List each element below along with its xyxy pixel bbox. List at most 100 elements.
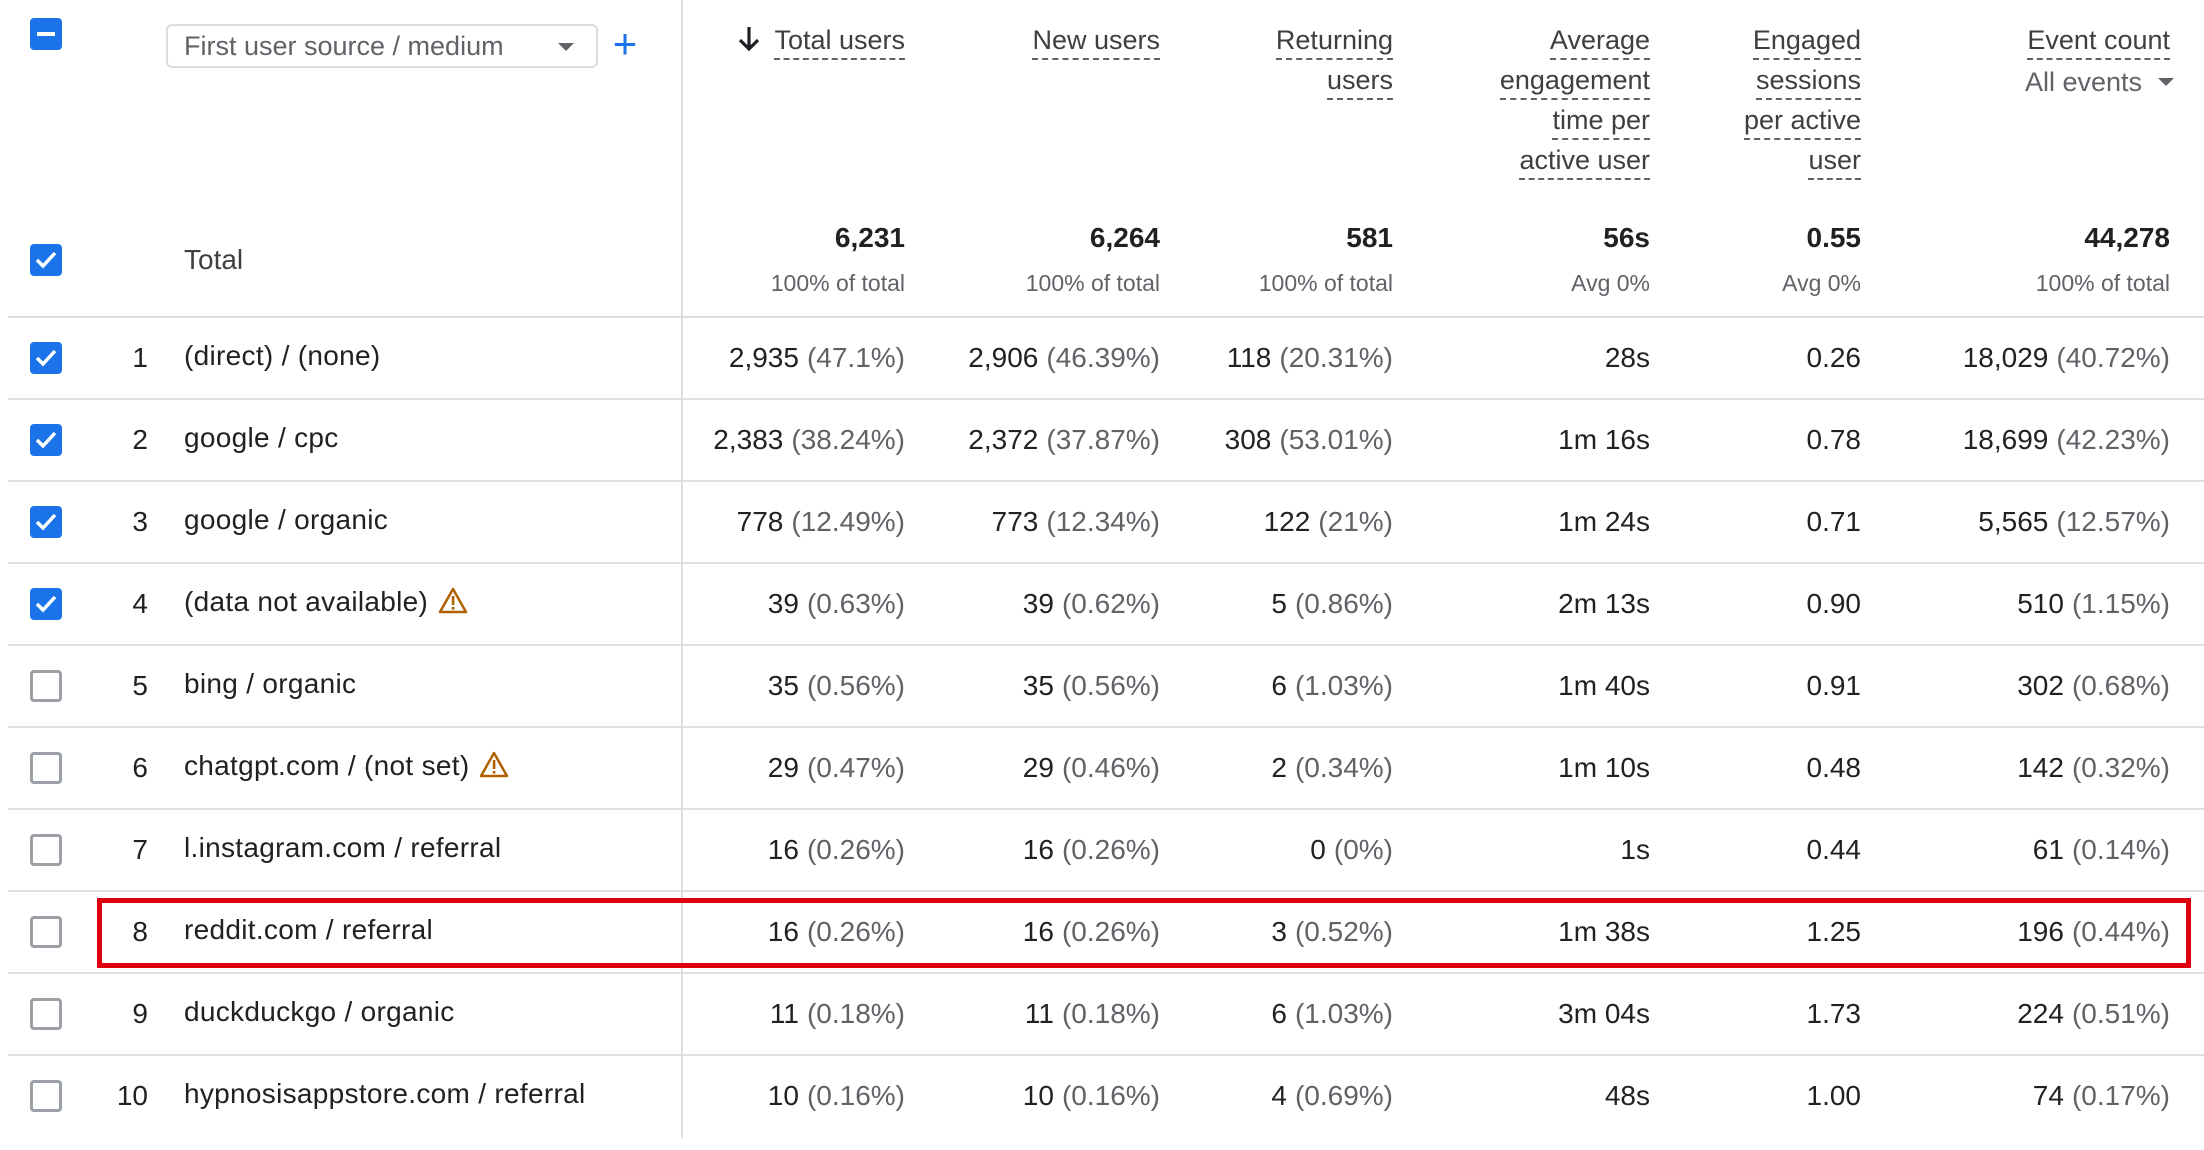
metric-value: 35 [1022, 670, 1054, 701]
metric-value: 224 [2017, 998, 2064, 1029]
metric-value: 6 [1271, 670, 1287, 701]
metric-value: 2,935 [728, 342, 799, 373]
check-icon [35, 251, 57, 269]
metric-cell-engaged-sessions: 0.44 [1541, 834, 1862, 866]
column-header-event-count[interactable]: Event count All events [1850, 20, 2174, 102]
row-dimension-label: (data not available) [184, 586, 429, 617]
metric-cell-event-count: 74 (0.17%) [1850, 1080, 2170, 1112]
metric-value: 0 [1310, 834, 1326, 865]
table-row[interactable]: 3 google / organic 778 (12.49%) 773 (12.34%) 1… [8, 480, 2204, 562]
metric-value: 11 [769, 998, 799, 1029]
row-dimension-label: google / organic [184, 504, 389, 535]
metric-value: 118 [1226, 342, 1272, 373]
metric-cell-engaged-sessions: 0.91 [1541, 670, 1862, 702]
metric-percent: (0.17%) [2071, 1080, 2170, 1111]
table-row[interactable]: 6 chatgpt.com / (not set) 29 (0.47%) 29 (0.46… [8, 726, 2204, 808]
metric-value: 2,372 [968, 424, 1039, 455]
metric-value: 35 [767, 670, 799, 701]
total-label: Total [184, 244, 244, 275]
metric-value: 61 [2032, 834, 2064, 865]
table-row[interactable]: 4 (data not available) 39 (0.63%) 39 (0.62%) 5… [8, 562, 2204, 644]
row-number: 7 [132, 834, 148, 865]
table-row[interactable]: 5 bing / organic 35 (0.56%) 35 (0.56%) 6 (1.03%… [8, 644, 2204, 726]
metric-cell-event-count: 61 (0.14%) [1850, 834, 2170, 866]
metric-value: 18,029 [1962, 342, 2049, 373]
dimension-selector[interactable]: First user source / medium [166, 24, 598, 68]
metric-value: 18,699 [1962, 424, 2049, 455]
table-row[interactable]: 2 google / cpc 2,383 (38.24%) 2,372 (37.87%) 3… [8, 398, 2204, 480]
dropdown-caret-icon [558, 43, 574, 51]
warning-icon[interactable] [438, 586, 468, 621]
row-dimension-label: l.instagram.com / referral [184, 832, 502, 863]
table-row[interactable]: 1 (direct) / (none) 2,935 (47.1%) 2,906 (46.3… [8, 316, 2204, 398]
warning-icon[interactable] [479, 750, 509, 785]
column-header-engaged-sessions[interactable]: Engaged sessions per active user [1541, 20, 1861, 180]
metric-value: 308 [1224, 424, 1272, 455]
column-header-text: user [1808, 142, 1861, 180]
metric-cell-engaged-sessions: 0.48 [1541, 752, 1862, 784]
row-dimension-value: google / organic [184, 504, 388, 536]
row-number: 1 [132, 342, 148, 373]
metric-percent: (0.32%) [2071, 752, 2170, 783]
table-row[interactable]: 9 duckduckgo / organic 11 (0.18%) 11 (0.18%) 6… [8, 972, 2204, 1054]
metric-cell-event-count: 224 (0.51%) [1850, 998, 2170, 1030]
row-number: 10 [116, 1080, 148, 1111]
table-row[interactable]: 10 hypnosisappstore.com / referral 10 (0.16… [8, 1054, 2204, 1136]
metric-cell-event-count: 510 (1.15%) [1850, 588, 2170, 620]
column-header-text: Event count [2027, 22, 2170, 60]
metric-percent: (40.72%) [2056, 342, 2170, 373]
row-number: 3 [132, 506, 148, 537]
dropdown-caret-icon [2158, 78, 2174, 86]
minus-icon [37, 32, 55, 36]
row-dimension-value: chatgpt.com / (not set) [184, 750, 509, 785]
metric-value: 2,906 [968, 342, 1039, 373]
metric-value: 778 [736, 506, 784, 537]
metric-value: 29 [1022, 752, 1054, 783]
metric-value: 11 [1024, 998, 1054, 1029]
total-subtext: 100% of total [2035, 270, 2170, 296]
row-dimension-value: l.instagram.com / referral [184, 832, 501, 864]
select-all-checkbox[interactable] [30, 18, 62, 50]
row-dimension-value: duckduckgo / organic [184, 996, 455, 1028]
row-number: 4 [132, 588, 148, 619]
event-filter-label: All events [2024, 67, 2142, 97]
metric-value: 29 [767, 752, 799, 783]
metric-cell-event-count: 5,565 (12.57%) [1850, 506, 2170, 538]
row-dimension-label: duckduckgo / organic [184, 996, 455, 1027]
metric-cell-engaged-sessions: 0.90 [1541, 588, 1862, 620]
row-dimension-value: (data not available) [184, 586, 468, 621]
highlight-box [97, 898, 2191, 968]
event-filter-dropdown[interactable]: All events [1850, 62, 2174, 102]
table-row[interactable]: 7 l.instagram.com / referral 16 (0.26%) 16 (0… [8, 808, 2204, 890]
row-dimension-value: hypnosisappstore.com / referral [184, 1078, 585, 1110]
metric-value: 5,565 [1978, 506, 2049, 537]
metric-value: 773 [991, 506, 1039, 537]
row-number: 9 [132, 998, 148, 1029]
metric-percent: (0.51%) [2071, 998, 2170, 1029]
metric-percent: (0.14%) [2071, 834, 2170, 865]
metric-percent: (1.15%) [2071, 588, 2170, 619]
dimension-label: First user source / medium [184, 30, 504, 61]
metric-value: 142 [2017, 752, 2064, 783]
metric-cell-event-count: 142 (0.32%) [1850, 752, 2170, 784]
metric-value: 2 [1271, 752, 1287, 783]
metric-value: 6 [1271, 998, 1287, 1029]
metric-cell-engaged-sessions: 0.78 [1541, 424, 1862, 456]
metric-value: 39 [1022, 588, 1054, 619]
row-dimension-value: (direct) / (none) [184, 340, 381, 372]
metric-value: 10 [767, 1080, 799, 1111]
total-subtext: Avg 0% [1782, 270, 1861, 296]
metric-value: 122 [1263, 506, 1311, 537]
column-header-text: sessions [1755, 62, 1861, 100]
metric-cell-event-count: 302 (0.68%) [1850, 670, 2170, 702]
total-value: 0.55 [1806, 222, 1862, 253]
metric-cell-engaged-sessions: 0.71 [1541, 506, 1862, 538]
sort-arrow-down-icon[interactable] [736, 20, 762, 67]
metric-value: 510 [2017, 588, 2064, 619]
metric-value: 5 [1271, 588, 1287, 619]
metric-cell-event-count: 18,029 (40.72%) [1850, 342, 2170, 374]
total-checkbox[interactable] [30, 244, 62, 276]
row-dimension-label: bing / organic [184, 668, 357, 699]
row-number: 6 [132, 752, 148, 783]
row-dimension-label: chatgpt.com / (not set) [184, 750, 470, 781]
